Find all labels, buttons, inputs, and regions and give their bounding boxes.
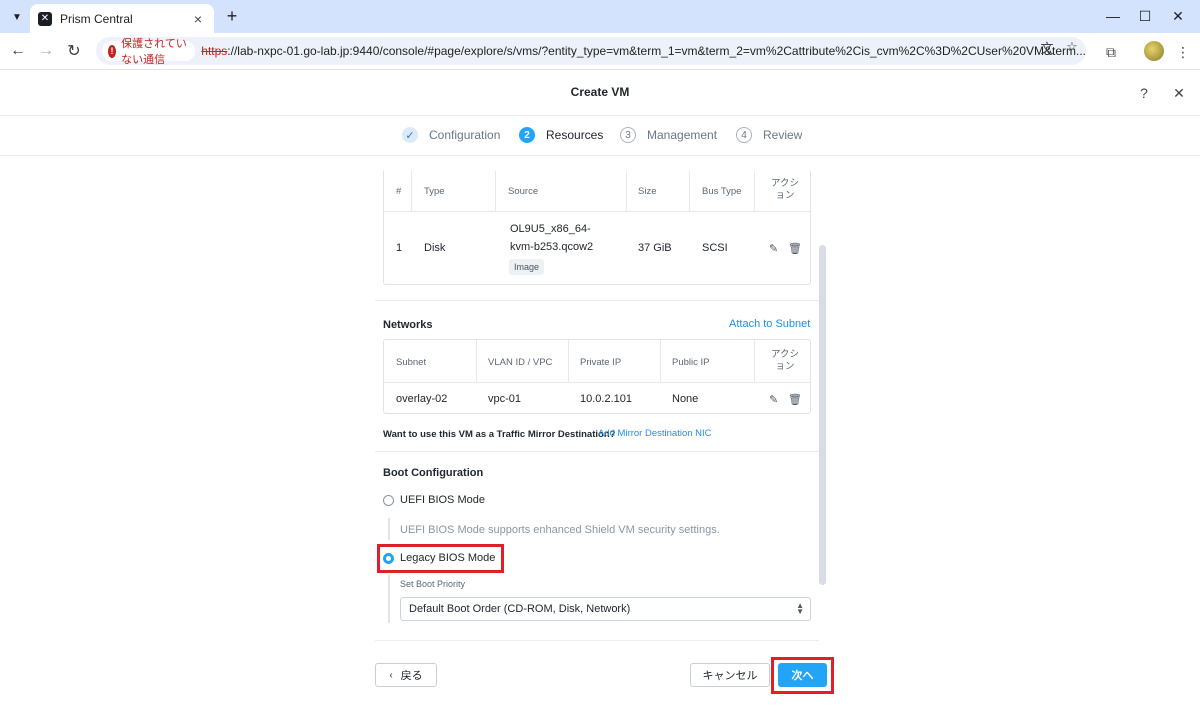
nic-subnet: overlay-02 [396,393,448,405]
back-button-label: 戻る [400,670,423,682]
prism-favicon-icon: ✕ [38,11,52,26]
wizard-stepper: ✓ Configuration 2 Resources 3 Management… [0,116,1200,156]
step-management[interactable]: 3 Management [620,127,717,143]
disk-bus: SCSI [702,242,728,254]
forward-arrow-icon[interactable]: → [34,39,58,63]
new-tab-icon[interactable]: + [222,6,242,26]
tab-close-icon[interactable]: × [190,11,206,27]
next-button[interactable]: 次へ [778,663,827,687]
uefi-help-text: UEFI BIOS Mode supports enhanced Shield … [400,524,720,536]
col-header-vlan: VLAN ID / VPC [488,357,553,368]
col-header-bus: Bus Type [702,186,742,197]
legacy-radio[interactable] [383,553,394,564]
boot-priority-label: Set Boot Priority [400,579,466,589]
col-header-type: Type [424,186,445,197]
check-icon: ✓ [402,127,418,143]
disk-size: 37 GiB [638,242,672,254]
minimize-icon[interactable]: — [1101,4,1125,28]
col-header-actions: アクション [770,349,800,372]
url-text: ://lab-nxpc-01.go-lab.jp:9440/console/#p… [227,44,1086,58]
image-badge: Image [509,259,545,275]
edit-pencil-icon[interactable]: ✎ [769,393,778,406]
select-caret-icon: ▲ ▼ [796,601,804,616]
content-scrollbar[interactable] [819,245,826,585]
nic-private-ip: 10.0.2.101 [580,393,632,405]
networks-title: Networks [383,319,433,331]
bookmark-star-icon[interactable]: ☆ [1062,37,1082,57]
address-bar[interactable]: ! 保護されていない通信 https ://lab-nxpc-01.go-lab… [96,37,1086,65]
mirror-question: Want to use this VM as a Traffic Mirror … [383,429,616,440]
trash-icon[interactable]: 🗑 [788,393,802,406]
attach-to-subnet-link[interactable]: Attach to Subnet [729,318,810,330]
legacy-label[interactable]: Legacy BIOS Mode [400,552,495,564]
disk-source-line2: kvm-b253.qcow2 [510,241,594,253]
col-header-num: # [396,186,402,197]
back-arrow-icon[interactable]: ← [6,39,30,63]
step-label: Configuration [429,128,501,142]
step-review[interactable]: 4 Review [736,127,802,143]
browser-tab[interactable]: ✕ Prism Central × [30,4,214,33]
networks-table: Subnet VLAN ID / VPC Private IP Public I… [383,339,811,414]
tab-title: Prism Central [60,11,133,26]
boot-config-title: Boot Configuration [383,467,484,479]
extensions-icon[interactable]: ⧉ [1100,41,1122,63]
col-header-subnet: Subnet [396,357,427,368]
browser-menu-icon[interactable]: ⋮ [1172,41,1194,63]
disk-num: 1 [396,242,403,254]
col-header-source: Source [508,186,539,197]
back-button[interactable]: ‹ 戻る [375,663,437,687]
uefi-radio[interactable] [383,495,394,506]
step-label: Review [763,128,803,142]
step-resources[interactable]: 2 Resources [519,127,603,143]
insecure-label: 保護されていない通信 [121,38,187,65]
boot-priority-select[interactable]: Default Boot Order (CD-ROM, Disk, Networ… [400,597,811,621]
profile-avatar[interactable] [1144,41,1164,61]
maximize-icon[interactable]: ☐ [1133,4,1157,28]
col-header-public-ip: Public IP [672,357,710,368]
add-mirror-nic-link[interactable]: Add Mirror Destination NIC [598,428,712,439]
security-chip[interactable]: ! 保護されていない通信 [102,38,196,65]
col-header-size: Size [638,186,657,197]
url-scheme: https [201,44,228,58]
cancel-button[interactable]: キャンセル [690,663,770,687]
page-title: Create VM [570,85,630,99]
translate-icon[interactable]: 文 [1037,37,1057,57]
boot-priority-value: Default Boot Order (CD-ROM, Disk, Networ… [409,603,631,615]
disks-table: # Type Source Size Bus Type アクション 1 Disk… [383,171,811,285]
trash-icon[interactable]: 🗑 [788,242,802,255]
browser-tab-bar: ▼ ✕ Prism Central × + — ☐ ✕ [0,0,1200,33]
browser-toolbar: ← → ↻ ! 保護されていない通信 https ://lab-nxpc-01.… [0,33,1200,70]
step-number: 3 [620,127,636,143]
disk-type: Disk [424,242,446,254]
col-header-private-ip: Private IP [580,357,622,368]
nic-vlan: vpc-01 [488,393,522,405]
reload-icon[interactable]: ↻ [62,39,86,63]
col-header-actions: アクション [770,178,800,201]
dialog-header: Create VM ? ✕ [0,70,1200,116]
tab-search-icon[interactable]: ▼ [6,6,28,28]
window-close-icon[interactable]: ✕ [1166,4,1190,28]
disk-source-line1: OL9U5_x86_64- [510,223,591,235]
wizard-content: # Type Source Size Bus Type アクション 1 Disk… [0,157,1200,712]
edit-pencil-icon[interactable]: ✎ [769,242,778,255]
help-icon[interactable]: ? [1134,83,1154,103]
next-button-label: 次へ [791,670,814,682]
step-number: 4 [736,127,752,143]
cancel-button-label: キャンセル [702,670,758,682]
step-label: Management [647,128,718,142]
nic-public-ip: None [672,393,699,405]
chevron-left-icon: ‹ [389,669,393,681]
step-configuration[interactable]: ✓ Configuration [402,127,500,143]
uefi-label[interactable]: UEFI BIOS Mode [400,494,485,506]
step-label: Resources [546,128,604,142]
close-icon[interactable]: ✕ [1169,83,1189,103]
step-number: 2 [519,127,535,143]
warning-icon: ! [108,44,117,58]
